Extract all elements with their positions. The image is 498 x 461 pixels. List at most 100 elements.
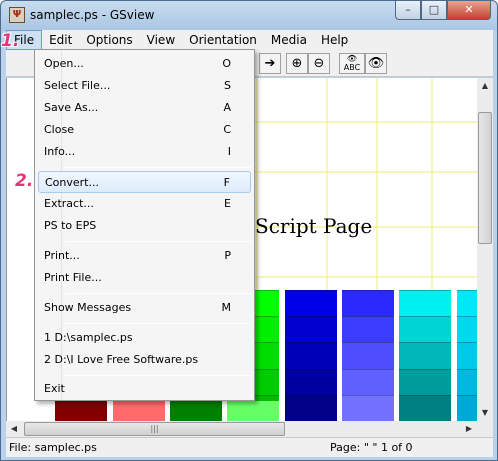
menu-help[interactable]: Help <box>314 30 355 50</box>
eye-abc-icon[interactable]: 👁 ABC <box>339 53 365 74</box>
swatch-cell <box>342 316 394 343</box>
swatch-cell <box>399 368 451 395</box>
menu-item-ps-to-eps[interactable]: PS to EPS <box>38 215 251 237</box>
swatch-cell <box>399 342 451 369</box>
menu-item-shortcut: E <box>224 197 231 210</box>
step-2-callout: 2. <box>15 171 34 191</box>
menu-item-label: PS to EPS <box>44 219 97 232</box>
swatch-column <box>285 290 337 421</box>
strip-block <box>55 401 107 421</box>
menu-item-convert[interactable]: Convert... F <box>38 171 251 193</box>
swatch-column <box>399 290 451 421</box>
menu-options[interactable]: Options <box>79 30 139 50</box>
menu-item-recent-1[interactable]: 1 D:\samplec.ps <box>38 327 251 349</box>
step-1-callout: 1. <box>1 31 20 51</box>
status-bar: File: samplec.ps Page: " " 1 of 0 <box>6 437 493 457</box>
menu-item-shortcut: F <box>223 176 230 189</box>
scroll-left-icon[interactable]: ◀ <box>6 421 22 437</box>
menu-item-info[interactable]: Info... I <box>38 141 251 163</box>
menu-item-open[interactable]: Open... O <box>38 53 251 75</box>
menu-item-shortcut: S <box>224 79 231 92</box>
window-title: samplec.ps - GSview <box>30 8 155 22</box>
menu-item-label: Exit <box>44 382 65 395</box>
minimize-button[interactable]: – <box>395 1 421 20</box>
maximize-button[interactable]: □ <box>421 1 447 20</box>
menu-item-shortcut: I <box>227 145 231 158</box>
vertical-scroll-thumb[interactable] <box>478 112 492 244</box>
menu-item-label: Show Messages <box>44 301 132 314</box>
zoom-out-icon[interactable]: ⊖ <box>308 53 330 74</box>
menu-item-print[interactable]: Print... P <box>38 245 251 267</box>
swatch-cell <box>457 394 477 421</box>
scroll-right-icon[interactable]: ▶ <box>461 421 477 437</box>
swatch-cell <box>285 342 337 369</box>
menu-item-save-as[interactable]: Save As... A <box>38 97 251 119</box>
menu-item-print-file[interactable]: Print File... <box>38 267 251 289</box>
swatch-column <box>457 290 477 421</box>
vertical-scrollbar[interactable]: ▲ ▼ <box>477 78 493 421</box>
menu-separator <box>65 375 251 376</box>
swatch-cell <box>342 394 394 421</box>
swatch-cell <box>285 290 337 317</box>
menu-item-label: Print File... <box>44 271 102 284</box>
swatch-cell <box>399 394 451 421</box>
horizontal-scrollbar[interactable]: ◀ ||| ▶ <box>6 421 477 437</box>
menu-item-shortcut: A <box>223 101 231 114</box>
scroll-corner <box>477 421 493 437</box>
menu-item-shortcut: C <box>223 123 231 136</box>
horizontal-scroll-thumb[interactable]: ||| <box>24 422 285 436</box>
status-file: File: samplec.ps <box>9 441 97 454</box>
menu-item-label: Select File... <box>44 79 111 92</box>
menu-edit[interactable]: Edit <box>42 30 79 50</box>
strip-block <box>227 401 279 421</box>
menu-media[interactable]: Media <box>264 30 314 50</box>
arrow-right-icon[interactable]: ➔ <box>259 53 281 74</box>
menu-item-label: Save As... <box>44 101 99 114</box>
swatch-cell <box>457 290 477 317</box>
menu-item-exit[interactable]: Exit <box>38 378 251 400</box>
menu-orientation[interactable]: Orientation <box>182 30 264 50</box>
menu-item-label: Info... <box>44 145 76 158</box>
menu-item-label: Extract... <box>44 197 94 210</box>
menu-item-select-file[interactable]: Select File... S <box>38 75 251 97</box>
menu-item-recent-2[interactable]: 2 D:\I Love Free Software.ps <box>38 349 251 371</box>
swatch-cell <box>285 368 337 395</box>
status-page: Page: " " 1 of 0 <box>330 441 413 454</box>
menu-item-shortcut: O <box>222 57 231 70</box>
menu-view[interactable]: View <box>140 30 182 50</box>
menu-item-close[interactable]: Close C <box>38 119 251 141</box>
swatch-cell <box>342 342 394 369</box>
swatch-cell <box>285 394 337 421</box>
swatch-cell <box>285 316 337 343</box>
menu-item-extract[interactable]: Extract... E <box>38 193 251 215</box>
scroll-up-icon[interactable]: ▲ <box>477 78 493 94</box>
gsview-app-icon[interactable]: Ψ <box>9 7 25 23</box>
menu-separator <box>65 293 251 294</box>
eye-abc-label: ABC <box>343 63 361 72</box>
menu-item-label: 2 D:\I Love Free Software.ps <box>44 353 199 366</box>
menu-item-show-messages[interactable]: Show Messages M <box>38 297 251 319</box>
swatch-cell <box>457 316 477 343</box>
zoom-in-icon[interactable]: ⊕ <box>286 53 308 74</box>
menu-separator <box>65 167 251 168</box>
menu-separator <box>65 241 251 242</box>
file-menu-dropdown: Open... O Select File... S Save As... A Clo… <box>34 49 255 401</box>
menu-item-label: Close <box>44 123 74 136</box>
swatch-cell <box>342 368 394 395</box>
strip-block <box>113 401 165 421</box>
menu-item-shortcut: M <box>221 301 232 314</box>
menu-bar: File Edit Options View Orientation Media… <box>6 30 493 50</box>
swatch-cell <box>342 290 394 317</box>
menu-item-label: Open... <box>44 57 84 70</box>
close-button[interactable]: ✕ <box>447 1 491 20</box>
swatch-cell <box>399 290 451 317</box>
scroll-down-icon[interactable]: ▼ <box>477 405 493 421</box>
eye-icon[interactable]: 👁 <box>365 53 387 74</box>
menu-item-label: Convert... <box>45 176 99 189</box>
swatch-cell <box>457 368 477 395</box>
swatch-cell <box>457 342 477 369</box>
title-bar[interactable]: Ψ samplec.ps - GSview – □ ✕ <box>1 1 497 31</box>
gsview-window: Ψ samplec.ps - GSview – □ ✕ File Edit Op… <box>0 0 498 461</box>
menu-item-label: Print... <box>44 249 80 262</box>
window-controls: – □ ✕ <box>395 1 491 21</box>
